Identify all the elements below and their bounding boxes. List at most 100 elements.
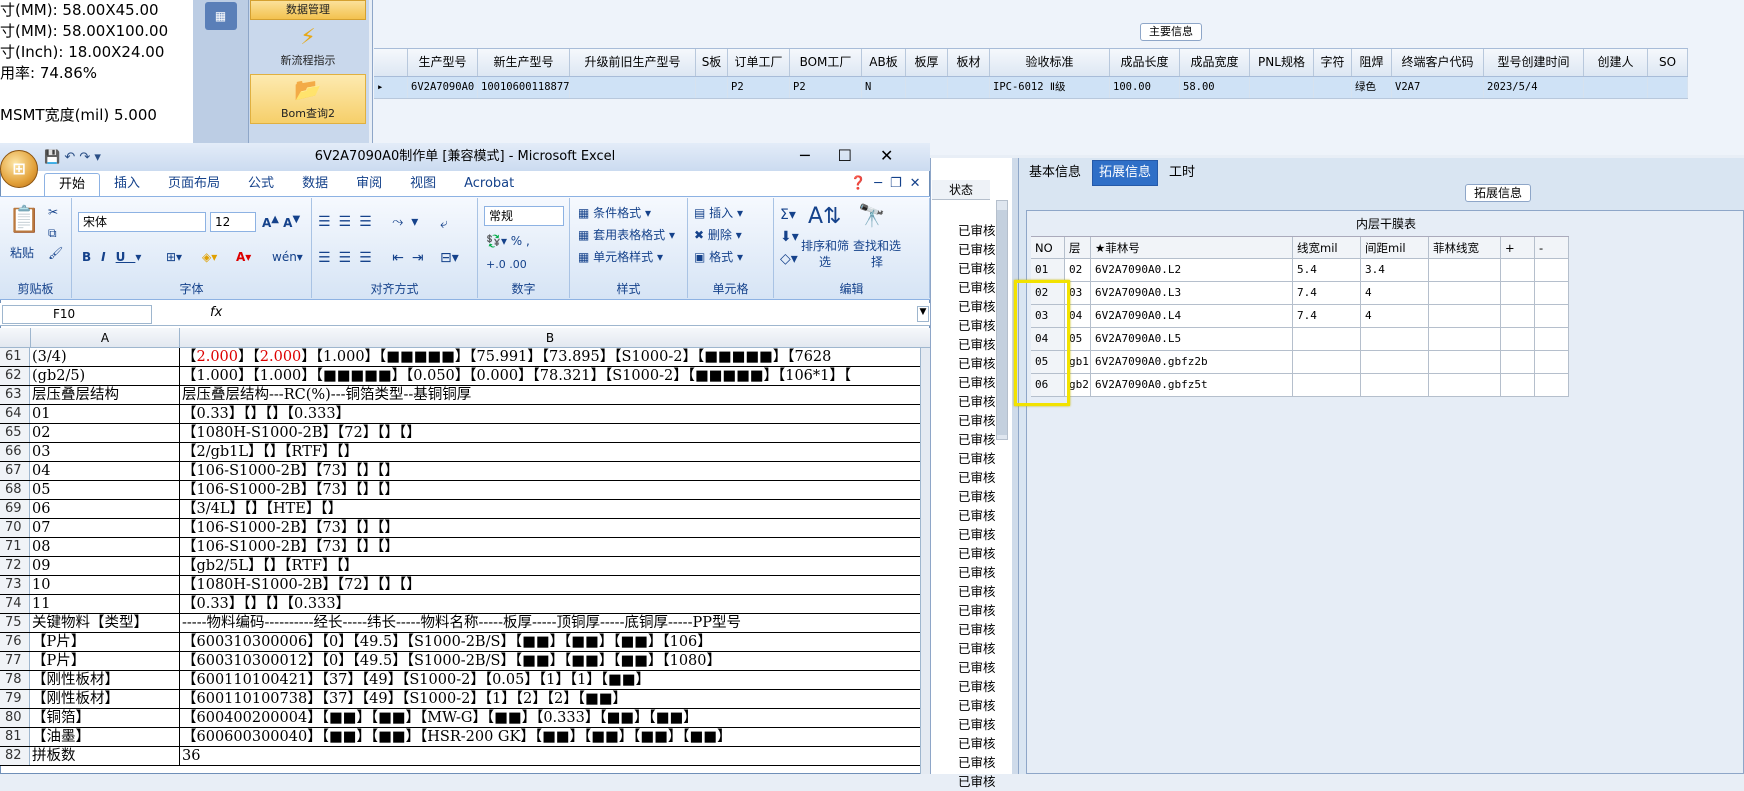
tab-basic-info[interactable]: 基本信息 [1022, 160, 1088, 186]
main-col-header[interactable]: 验收标准 [990, 49, 1110, 76]
sheet-scrollbar[interactable] [920, 348, 930, 774]
cell-a[interactable]: 05 [30, 481, 180, 499]
tab-formulas[interactable]: 公式 [234, 173, 288, 196]
device-icon[interactable]: ▦ [204, 2, 237, 30]
inner-cell[interactable] [1535, 305, 1569, 328]
row-number[interactable]: 62 [0, 367, 30, 385]
main-col-header[interactable]: 型号创建时间 [1484, 49, 1584, 76]
main-col-header[interactable]: 生产型号 [408, 49, 478, 76]
inner-table-row[interactable]: 04 05 6V2A7090A0.L5 [1031, 328, 1569, 351]
inner-col-header[interactable]: + [1501, 237, 1535, 259]
main-cell[interactable]: ▸ [374, 77, 408, 98]
inner-cell[interactable] [1535, 259, 1569, 282]
inner-cell[interactable] [1361, 374, 1429, 397]
main-cell[interactable] [906, 77, 948, 98]
inner-cell[interactable]: 4 [1361, 305, 1429, 328]
row-number[interactable]: 82 [0, 747, 30, 765]
cell-a[interactable]: 关键物料【类型】 [30, 614, 180, 632]
row-number[interactable]: 71 [0, 538, 30, 556]
border-icon[interactable]: ⊞▾ [166, 250, 182, 264]
cell-a[interactable]: 【刚性板材】 [30, 671, 180, 689]
cell-b[interactable]: 【106-S1000-2B】【73】【】【】 [180, 462, 920, 480]
cell-a[interactable]: (gb2/5) [30, 367, 180, 385]
main-cell[interactable]: P2 [728, 77, 790, 98]
inner-col-header[interactable]: 菲林线宽 [1429, 237, 1501, 259]
copy-icon[interactable]: ⧉ [48, 226, 57, 241]
inner-cell[interactable] [1361, 328, 1429, 351]
main-col-header[interactable]: 升级前旧生产型号 [570, 49, 696, 76]
cell-a[interactable]: 11 [30, 595, 180, 613]
cell-b[interactable]: 【1.000】【1.000】【■■■■■】【0.050】【0.000】【78.3… [180, 367, 920, 385]
row-number[interactable]: 68 [0, 481, 30, 499]
cell-a[interactable]: 06 [30, 500, 180, 518]
data-management-button[interactable]: 数据管理 [250, 0, 366, 20]
main-col-header[interactable]: AB板 [862, 49, 906, 76]
new-flow-button[interactable]: ⚡ 新流程指示 [250, 22, 366, 70]
phonetic-icon[interactable]: wén▾ [272, 250, 303, 264]
row-number[interactable]: 76 [0, 633, 30, 651]
name-box[interactable]: F10 [2, 305, 152, 324]
main-col-header[interactable]: 终端客户代码 [1392, 49, 1484, 76]
cell-b[interactable]: 【1080H-S1000-2B】【72】【】【】 [180, 576, 920, 594]
tab-work-hours[interactable]: 工时 [1162, 160, 1202, 186]
cut-icon[interactable]: ✂ [48, 205, 58, 219]
inner-col-header[interactable]: NO [1031, 237, 1065, 259]
row-number[interactable]: 64 [0, 405, 30, 423]
save-icon[interactable]: 💾 [44, 150, 60, 165]
cell-a[interactable]: 【P片】 [30, 633, 180, 651]
tab-review[interactable]: 审阅 [342, 173, 396, 196]
inner-col-header[interactable]: ★菲林号 [1091, 237, 1293, 259]
sort-filter-icon[interactable]: A⇅ [808, 204, 841, 229]
wrap-text-icon[interactable]: ⤶ [440, 216, 448, 232]
row-number[interactable]: 65 [0, 424, 30, 442]
inner-cell[interactable] [1361, 351, 1429, 374]
paste-icon[interactable]: 📋 [8, 205, 40, 235]
cell-b[interactable]: 【1080H-S1000-2B】【72】【】【】 [180, 424, 920, 442]
inner-cell[interactable] [1429, 328, 1501, 351]
inner-cell[interactable] [1501, 328, 1535, 351]
inner-col-header[interactable]: 间距mil [1361, 237, 1429, 259]
main-cell[interactable]: 10010600118877 [478, 77, 570, 98]
main-col-header[interactable]: 字符 [1314, 49, 1352, 76]
horizontal-align-icons[interactable]: ☰☰☰ ⇤⇥ [318, 250, 432, 266]
inner-cell[interactable] [1429, 259, 1501, 282]
inner-cell[interactable] [1535, 374, 1569, 397]
font-name-select[interactable]: 宋体 [78, 212, 206, 232]
cell-b[interactable]: 【gb2/5L】【】【RTF】【】 [180, 557, 920, 575]
minimize-icon[interactable]: ─ [874, 176, 890, 191]
status-scroll-thumb[interactable] [997, 210, 1007, 435]
cell-a[interactable]: 【刚性板材】 [30, 690, 180, 708]
tab-data[interactable]: 数据 [288, 173, 342, 196]
undo-icon[interactable]: ↶ [64, 150, 75, 165]
cell-a[interactable]: 03 [30, 443, 180, 461]
main-cell[interactable] [570, 77, 696, 98]
main-cell[interactable]: V2A7 [1392, 77, 1484, 98]
main-cell[interactable]: 绿色 [1352, 77, 1392, 98]
merge-icon[interactable]: ⊟▾ [440, 250, 459, 266]
paste-button[interactable]: 粘贴 [10, 244, 34, 261]
cell-b[interactable]: 【600110100738】【37】【49】【S1000-2】【1】【2】【2】… [180, 690, 920, 708]
inner-cell[interactable]: 6V2A7090A0.L5 [1091, 328, 1293, 351]
main-col-header[interactable] [374, 49, 408, 76]
main-cell[interactable] [1314, 77, 1352, 98]
cell-b[interactable]: 【106-S1000-2B】【73】【】【】 [180, 538, 920, 556]
main-col-header[interactable]: 订单工厂 [728, 49, 790, 76]
cell-b[interactable]: 【600310300012】【0】【49.5】【S1000-2B/S】【■■】【… [180, 652, 920, 670]
cell-b[interactable]: 【600310300006】【0】【49.5】【S1000-2B/S】【■■】【… [180, 633, 920, 651]
tab-view[interactable]: 视图 [396, 173, 450, 196]
number-format-select[interactable]: 常规 [484, 206, 564, 226]
main-cell[interactable] [1648, 77, 1688, 98]
main-cell[interactable] [1584, 77, 1648, 98]
cell-b[interactable]: 【0.33】【】【】【0.333】 [180, 595, 920, 613]
tab-page-layout[interactable]: 页面布局 [154, 173, 234, 196]
inner-cell[interactable] [1501, 351, 1535, 374]
fill-color-icon[interactable]: ◈▾ [202, 250, 217, 264]
cell-a[interactable]: 04 [30, 462, 180, 480]
main-cell[interactable]: P2 [790, 77, 862, 98]
inner-cell[interactable]: 6V2A7090A0.gbfz5t [1091, 374, 1293, 397]
format-cells-button[interactable]: ▣ 格式 ▾ [694, 248, 743, 265]
row-number[interactable]: 70 [0, 519, 30, 537]
tab-acrobat[interactable]: Acrobat [450, 173, 528, 196]
conditional-format-button[interactable]: ▦ 条件格式 ▾ [578, 204, 651, 221]
customize-icon[interactable]: ▾ [94, 150, 101, 165]
